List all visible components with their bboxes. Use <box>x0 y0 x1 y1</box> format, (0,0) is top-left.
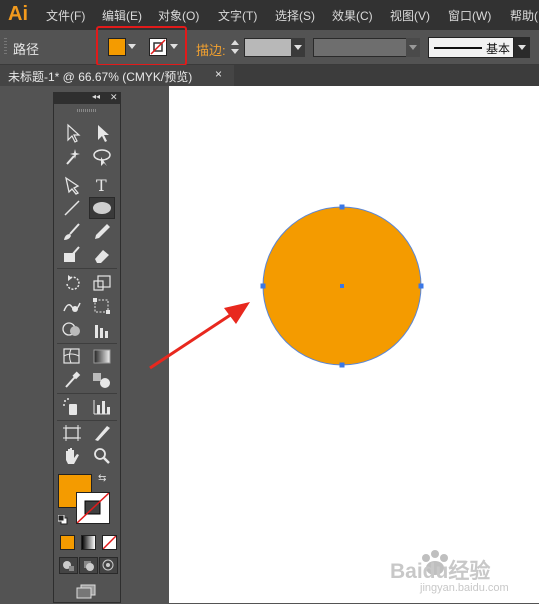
lasso-tool-icon[interactable] <box>89 146 115 168</box>
warp-tool-icon[interactable] <box>59 295 85 317</box>
color-mode-button[interactable] <box>60 535 75 550</box>
collapse-panel-icon[interactable]: ◂◂ <box>92 92 100 101</box>
svg-text:T: T <box>96 176 107 195</box>
ellipse-tool-icon[interactable] <box>89 197 115 219</box>
shape-builder-tool-icon[interactable] <box>59 319 85 341</box>
tool-separator <box>57 393 117 394</box>
blend-tool-icon[interactable] <box>89 369 115 391</box>
free-transform-tool-icon[interactable] <box>89 295 115 317</box>
screen-mode-icon[interactable] <box>75 583 97 599</box>
gradient-mode-button[interactable] <box>81 535 96 550</box>
eraser-tool-icon[interactable] <box>89 244 115 266</box>
hand-tool-icon[interactable] <box>59 445 85 467</box>
panel-grip-icon[interactable] <box>77 109 97 112</box>
tool-separator <box>57 420 117 421</box>
rotate-tool-icon[interactable] <box>59 272 85 294</box>
zoom-tool-icon[interactable] <box>89 445 115 467</box>
anchor-point-bottom[interactable] <box>339 362 345 368</box>
blob-brush-tool-icon[interactable] <box>59 244 85 266</box>
scale-tool-icon[interactable] <box>89 272 115 294</box>
line-segment-tool-icon[interactable] <box>59 197 85 219</box>
center-point <box>340 284 344 288</box>
artboard-tool-icon[interactable] <box>59 422 85 444</box>
tool-separator <box>57 343 117 344</box>
perspective-grid-tool-icon[interactable] <box>89 319 115 341</box>
pencil-tool-icon[interactable] <box>89 221 115 243</box>
draw-normal-icon[interactable] <box>59 557 78 574</box>
close-panel-icon[interactable]: ✕ <box>110 92 118 103</box>
annotation-arrow <box>149 302 250 370</box>
direct-selection-tool-icon[interactable] <box>89 122 115 144</box>
draw-inside-icon[interactable] <box>99 557 118 574</box>
watermark-text: Baidu经验 <box>390 560 491 583</box>
swap-fill-stroke-icon[interactable]: ⇆ <box>98 473 106 484</box>
none-mode-button[interactable] <box>102 535 117 550</box>
mesh-tool-icon[interactable] <box>59 345 85 367</box>
gradient-tool-icon[interactable] <box>89 345 115 367</box>
pen-tool-icon[interactable] <box>59 174 85 196</box>
anchor-point-top[interactable] <box>339 204 345 210</box>
symbol-sprayer-tool-icon[interactable] <box>59 396 85 418</box>
anchor-point-right[interactable] <box>418 283 424 289</box>
column-graph-tool-icon[interactable] <box>89 396 115 418</box>
tool-separator <box>57 268 117 269</box>
selection-tool-icon[interactable] <box>59 122 85 144</box>
anchor-point-left[interactable] <box>260 283 266 289</box>
type-tool-icon[interactable]: T <box>89 174 115 196</box>
paintbrush-tool-icon[interactable] <box>59 221 85 243</box>
default-fill-stroke-icon[interactable] <box>57 512 68 525</box>
eyedropper-tool-icon[interactable] <box>59 369 85 391</box>
slice-tool-icon[interactable] <box>89 422 115 444</box>
watermark-subtext: jingyan.baidu.com <box>420 582 509 594</box>
magic-wand-tool-icon[interactable] <box>59 146 85 168</box>
stroke-color-box[interactable] <box>76 492 110 524</box>
draw-behind-icon[interactable] <box>79 557 98 574</box>
